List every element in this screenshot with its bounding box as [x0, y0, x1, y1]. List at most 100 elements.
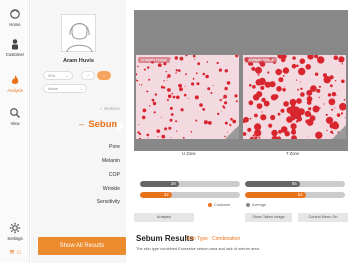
- analysis-image-tag: Analysis Image: [245, 57, 277, 63]
- sebum-spot: [216, 61, 219, 65]
- u-zone-image[interactable]: Analysis Image: [136, 55, 239, 139]
- gear-icon: [9, 222, 21, 234]
- gender-male-toggle[interactable]: ♂: [81, 71, 95, 80]
- sebum-spot: [160, 116, 162, 118]
- app-window: Home Customer Analysis View Settings ≋ ⌂: [0, 0, 355, 263]
- main-content: Analysis Image Analysis Image U Zone T Z…: [126, 0, 355, 263]
- sebum-spot: [255, 66, 262, 74]
- sebum-spot: [187, 97, 189, 99]
- sebum-spot: [199, 103, 203, 107]
- menu-item-pore[interactable]: Pore: [109, 144, 120, 150]
- sebum-spot: [327, 93, 332, 97]
- sebum-spot: [166, 79, 168, 81]
- sebum-spot: [210, 92, 213, 94]
- menu-label-sensitivity: Sensitivity: [96, 199, 120, 205]
- sebum-spot: [338, 56, 345, 63]
- sebum-spot: [235, 55, 239, 58]
- sebum-spot: [252, 85, 256, 89]
- sebum-spot: [316, 88, 321, 93]
- sebum-spot: [305, 64, 311, 70]
- legend-dot: [208, 203, 212, 207]
- zone-corner-fold: [332, 125, 346, 139]
- sebum-spot: [305, 119, 310, 124]
- sebum-spot: [333, 55, 339, 60]
- nav-item-customer[interactable]: Customer: [0, 38, 30, 57]
- sebum-spot: [226, 81, 231, 85]
- menu-item-moisture[interactable]: ✓ Moisture: [99, 106, 120, 111]
- menu-item-cop[interactable]: COP: [109, 172, 120, 178]
- gender-female-toggle[interactable]: ♀: [97, 71, 111, 80]
- show-all-results-button[interactable]: Show All Results: [38, 237, 126, 255]
- sebum-spot: [250, 136, 254, 139]
- sebum-spot: [176, 95, 180, 100]
- menu-item-sensitivity[interactable]: Sensitivity: [97, 199, 120, 205]
- sebum-spot: [142, 108, 147, 113]
- sebum-spot: [161, 134, 166, 139]
- sebum-spot: [273, 94, 279, 100]
- sebum-spot: [247, 127, 252, 132]
- u-zone-average-bar: 39: [140, 181, 240, 187]
- sebum-spot: [136, 80, 139, 82]
- sebum-spot: [268, 123, 273, 128]
- sebum-spot: [168, 126, 172, 130]
- search-icon: [10, 108, 20, 118]
- sebum-spot: [224, 86, 228, 91]
- sebum-spot: [336, 113, 341, 117]
- menu-item-sebum[interactable]: – Sebum: [79, 119, 120, 130]
- sebum-spot: [218, 68, 222, 72]
- sebum-spot: [277, 112, 281, 116]
- sebum-spot: [309, 115, 316, 122]
- t-zone-average-value: 55: [292, 181, 297, 186]
- sebum-spot: [203, 120, 208, 125]
- nav-item-settings[interactable]: Settings: [0, 222, 30, 241]
- sebum-spot: [308, 113, 312, 117]
- sebum-spot: [296, 79, 298, 81]
- t-zone-image[interactable]: Analysis Image: [243, 55, 346, 139]
- sebum-spot: [279, 70, 283, 74]
- sebum-spot: [310, 85, 317, 92]
- sebum-spot: [192, 55, 196, 58]
- sebum-spot: [137, 131, 140, 134]
- sebum-spot: [160, 85, 164, 89]
- nav-item-home[interactable]: Home: [0, 8, 30, 27]
- menu-item-wrinkle[interactable]: Wrinkle: [103, 186, 120, 192]
- chevron-down-icon: ⌄: [65, 73, 69, 78]
- sebum-spot: [147, 66, 150, 69]
- sebum-spot: [328, 98, 336, 106]
- home-icon[interactable]: ⌂: [17, 249, 21, 256]
- sebum-spot: [178, 83, 182, 88]
- age-select[interactable]: 20's ⌄: [43, 71, 73, 80]
- sebum-spot: [251, 66, 256, 71]
- sebum-spot: [280, 126, 288, 133]
- sebum-spot: [308, 107, 312, 111]
- menu-label-cop: COP: [108, 172, 120, 178]
- sebum-spot: [205, 74, 209, 79]
- region-select[interactable]: Asian ⌄: [43, 84, 87, 93]
- sebum-spot: [260, 114, 267, 121]
- nav-item-analysis[interactable]: Analysis: [0, 74, 30, 93]
- active-dash: –: [79, 119, 85, 130]
- sebum-spot: [264, 81, 271, 88]
- sebum-spot: [243, 116, 249, 123]
- active-menu-pointer: [117, 120, 124, 132]
- sebum-spot: [222, 98, 224, 99]
- t-zone-customer-fill: [245, 192, 306, 198]
- menu-item-melanin[interactable]: Melanin: [102, 158, 120, 164]
- sebum-spot: [182, 136, 185, 139]
- sebum-spot: [286, 106, 294, 114]
- sebum-spot: [318, 96, 320, 99]
- sebum-spot: [343, 98, 346, 101]
- control-menu-button[interactable]: Control Menu On: [298, 213, 348, 222]
- nav-item-view[interactable]: View: [0, 107, 30, 126]
- sebum-spot: [284, 86, 286, 88]
- results-description: The skin type combined Excessive sebum a…: [136, 246, 260, 251]
- legend-average-label: Average: [252, 203, 267, 207]
- sebum-spot: [261, 97, 266, 103]
- female-icon: ♀: [102, 73, 106, 78]
- sebum-spot: [175, 69, 178, 72]
- u-zone-average-value: 39: [171, 181, 176, 186]
- analysis-button[interactable]: Analysis: [134, 213, 194, 222]
- show-taken-image-button[interactable]: Show Taken Image: [245, 213, 292, 222]
- sebum-spot: [252, 134, 255, 137]
- wifi-icon: ≋: [8, 249, 15, 256]
